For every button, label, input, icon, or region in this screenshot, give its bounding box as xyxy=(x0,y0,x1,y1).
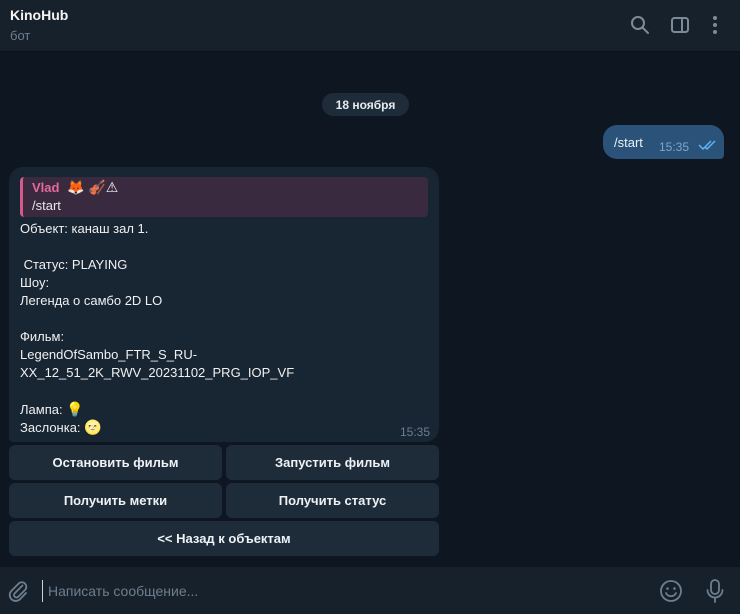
reply-author: Vlad xyxy=(32,180,60,195)
message-composer xyxy=(0,567,740,614)
shutter-line: Заслонка: 🌝 xyxy=(20,419,102,436)
outgoing-message-text: /start xyxy=(614,135,643,150)
back-to-objects-button[interactable]: << Назад к объектам xyxy=(9,521,439,556)
shutter-label: Заслонка: xyxy=(20,420,81,435)
lamp-label: Лампа: xyxy=(20,402,63,417)
attach-icon[interactable] xyxy=(6,579,30,603)
emoji-icon[interactable] xyxy=(658,578,684,604)
incoming-message[interactable]: Vlad 🦊 🎻⚠ /start Объект: канаш зал 1. Ст… xyxy=(9,167,439,442)
message-line: Статус: PLAYING xyxy=(20,257,128,272)
outgoing-message-time: 15:35 xyxy=(659,140,690,154)
message-line: Фильм: xyxy=(20,329,65,344)
chat-subtitle: бот xyxy=(10,28,31,43)
message-line: Объект: канаш зал 1. xyxy=(20,221,149,236)
lightbulb-icon: 💡 xyxy=(66,401,84,417)
message-line: Шоу: xyxy=(20,275,50,290)
start-film-button[interactable]: Запустить фильм xyxy=(226,445,439,480)
sidebar-toggle-icon[interactable] xyxy=(669,14,691,36)
outgoing-message[interactable]: /start 15:35 xyxy=(603,125,724,159)
moon-face-icon: 🌝 xyxy=(84,419,102,435)
reply-quote[interactable]: Vlad 🦊 🎻⚠ /start xyxy=(20,177,428,217)
more-vertical-icon[interactable] xyxy=(704,14,726,36)
chat-title[interactable]: KinoHub xyxy=(10,7,68,23)
reply-emoji: 🦊 🎻⚠ xyxy=(67,179,119,195)
microphone-icon[interactable] xyxy=(703,577,727,605)
stop-film-button[interactable]: Остановить фильм xyxy=(9,445,222,480)
message-list[interactable]: 18 ноября /start 15:35 Vlad 🦊 🎻⚠ /start … xyxy=(0,53,740,567)
message-line: Легенда о самбо 2D LO xyxy=(20,293,163,308)
chat-header: KinoHub бот xyxy=(0,0,740,52)
search-icon[interactable] xyxy=(629,14,651,36)
get-marks-button[interactable]: Получить метки xyxy=(9,483,222,518)
incoming-message-time: 15:35 xyxy=(399,425,430,439)
message-line: XX_12_51_2K_RWV_20231102_PRG_IOP_VF xyxy=(20,365,295,380)
get-status-button[interactable]: Получить статус xyxy=(226,483,439,518)
lamp-line: Лампа: 💡 xyxy=(20,401,84,418)
message-input[interactable] xyxy=(42,580,642,602)
read-ticks-icon xyxy=(698,140,716,151)
reply-text: /start xyxy=(32,198,61,213)
message-line: LegendOfSambo_FTR_S_RU- xyxy=(20,347,198,362)
date-separator: 18 ноября xyxy=(322,93,409,116)
